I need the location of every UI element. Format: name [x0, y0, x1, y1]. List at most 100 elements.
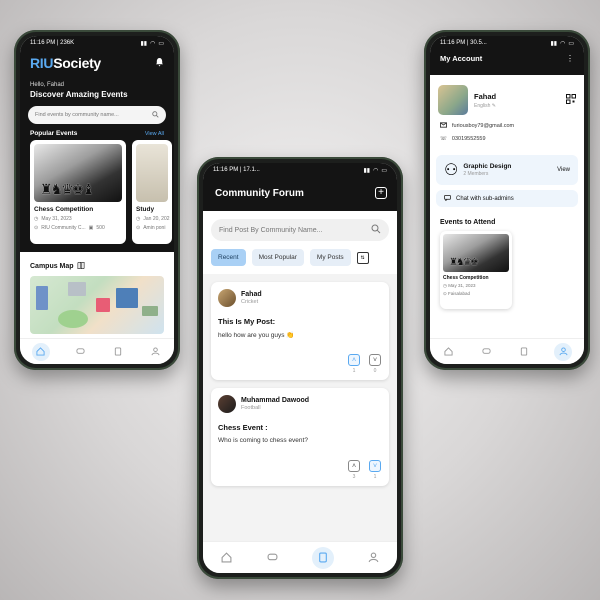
brand-row: RIUSociety [20, 50, 174, 72]
event-date: ◷ May 31, 2023 [443, 283, 476, 288]
filter-my-posts[interactable]: My Posts [309, 249, 351, 266]
battery-icon: ▭ [381, 167, 387, 174]
bottom-nav [20, 338, 174, 364]
downvote-icon[interactable]: ˅ [369, 354, 381, 366]
chess-icon: ♜♞♛♚♝ [40, 181, 95, 197]
post-title: This Is My Post: [218, 317, 276, 326]
more-icon[interactable]: ⋮ [566, 54, 574, 63]
avatar[interactable] [438, 85, 468, 115]
chat-icon[interactable] [266, 551, 280, 565]
group-icon: ⚇ [444, 162, 459, 179]
chat-subadmins-button[interactable]: Chat with sub-admins [436, 190, 578, 207]
greeting-small: Hello, Fahad [30, 82, 65, 88]
chess-icon: ♜♞♛♚ [449, 257, 479, 268]
forum-icon[interactable] [517, 345, 531, 359]
author-info: Muhammad Dawood Football [241, 397, 309, 411]
post-card[interactable]: Fahad Cricket This Is My Post: hello how… [211, 282, 389, 380]
post-title: Chess Event : [218, 423, 268, 432]
avatar[interactable] [218, 289, 236, 307]
group-card[interactable]: ⚇ Graphic Design 2 Members View [436, 155, 578, 185]
downvote-icon[interactable]: ˅ [369, 460, 381, 472]
sort-icon[interactable]: ⇅ [356, 251, 369, 264]
greeting-title: Discover Amazing Events [30, 90, 128, 99]
chat-icon [444, 194, 451, 203]
profile-icon[interactable] [554, 342, 573, 361]
events-to-attend-label: Events to Attend [440, 219, 496, 226]
add-post-icon[interactable]: + [375, 187, 387, 199]
view-group-button[interactable]: View [557, 167, 570, 173]
event-title: Chess Competition [443, 275, 489, 281]
map-building [36, 286, 48, 310]
bell-icon[interactable] [155, 54, 164, 72]
map-icon [77, 261, 85, 271]
post-category: Cricket [241, 299, 259, 305]
event-image: ♜♞♛♚♝ [34, 144, 122, 202]
pin-icon: ⊙ [34, 225, 39, 231]
forum-icon[interactable] [111, 345, 125, 359]
status-bar: 11:16 PM | 236K ▮▮ ◠ ▭ [20, 36, 174, 50]
group-text: Graphic Design 2 Members [463, 163, 511, 177]
home-icon[interactable] [219, 551, 233, 565]
downvote: ˅ 0 [369, 354, 381, 374]
filter-most-popular[interactable]: Most Popular [251, 249, 304, 266]
upvote-icon[interactable]: ˄ [348, 460, 360, 472]
email-value: furiousboy79@gmail.com [452, 123, 515, 129]
avatar[interactable] [218, 395, 236, 413]
mail-icon [440, 122, 447, 130]
campus-map-label: Campus Map [30, 263, 74, 270]
filter-recent[interactable]: Recent [211, 249, 246, 266]
home-icon[interactable] [442, 345, 456, 359]
home-screen: 11:16 PM | 236K ▮▮ ◠ ▭ RIUSociety Hello,… [20, 36, 174, 364]
qr-code-icon[interactable] [566, 91, 576, 109]
event-location: ⊙ RIU Community C... ▣ 500 [34, 225, 105, 231]
phone-icon: ☏ [440, 136, 447, 142]
profile-icon[interactable] [367, 551, 381, 565]
event-date: ◷ Jan 20, 202 [136, 216, 170, 222]
chat-label: Chat with sub-admins [456, 195, 514, 202]
attend-event-card[interactable]: ♜♞♛♚ Chess Competition ◷ May 31, 2023 ⊙ … [440, 231, 512, 309]
map-building [142, 306, 158, 316]
signal-icon: ▮▮ [550, 40, 558, 47]
post-author: Fahad Cricket [218, 289, 382, 307]
battery-icon: ▭ [568, 40, 574, 47]
status-bar: 11:16 PM | 17.1... ▮▮ ◠ ▭ [203, 163, 397, 177]
filter-tabs: Recent Most Popular My Posts ⇅ [211, 249, 389, 274]
vote-controls: ˄ 3 ˅ 1 [348, 460, 381, 480]
event-location: ⊙ Faisalabad [443, 291, 471, 296]
forum-icon[interactable] [312, 546, 335, 569]
chat-icon[interactable] [479, 345, 493, 359]
author-name: Fahad [241, 291, 262, 298]
map-building [68, 282, 86, 296]
chat-icon[interactable] [73, 345, 87, 359]
event-card[interactable]: ♜♞♛♚♝ Chess Competition ◷ May 31, 2023 ⊙ R… [30, 140, 126, 244]
home-header: 11:16 PM | 236K ▮▮ ◠ ▭ RIUSociety Hello,… [20, 36, 174, 252]
profile-info: Fahad English ✎ [438, 85, 496, 115]
upvote: ˄ 3 [348, 460, 360, 480]
post-search-input[interactable]: Find Post By Community Name... [211, 219, 389, 241]
forum-controls: Find Post By Community Name... Recent Mo… [203, 211, 397, 274]
popular-events-header: Popular Events View All [20, 124, 174, 140]
campus-map-image[interactable] [30, 276, 164, 334]
phone-value: 03019552559 [451, 136, 486, 142]
pin-icon: ⊙ [136, 225, 141, 231]
event-title: Study [136, 206, 155, 213]
people-icon: ▣ [88, 225, 94, 231]
status-time: 11:16 PM | 30.5... [440, 40, 487, 46]
home-phone: 11:16 PM | 236K ▮▮ ◠ ▭ RIUSociety Hello,… [14, 30, 180, 370]
edit-icon[interactable]: ✎ [492, 103, 496, 109]
post-card[interactable]: Muhammad Dawood Football Chess Event : W… [211, 388, 389, 486]
event-card[interactable]: Study ◷ Jan 20, 202 ⊙ Amin poni [132, 140, 172, 244]
event-title: Chess Competition [34, 206, 94, 213]
search-placeholder: Find events by community name... [35, 112, 119, 118]
home-icon[interactable] [31, 342, 50, 361]
upvote-icon[interactable]: ˄ [348, 354, 360, 366]
forum-title-row: Community Forum + [203, 177, 397, 199]
view-all-link[interactable]: View All [145, 131, 164, 137]
status-time: 11:16 PM | 236K [30, 40, 75, 46]
event-image [136, 144, 168, 202]
profile-icon[interactable] [148, 345, 162, 359]
event-search-input[interactable]: Find events by community name... [28, 106, 166, 124]
events-carousel: ♜♞♛♚♝ Chess Competition ◷ May 31, 2023 ⊙ R… [20, 140, 174, 244]
downvote-count: 0 [373, 368, 377, 374]
vote-controls: ˄ 1 ˅ 0 [348, 354, 381, 374]
